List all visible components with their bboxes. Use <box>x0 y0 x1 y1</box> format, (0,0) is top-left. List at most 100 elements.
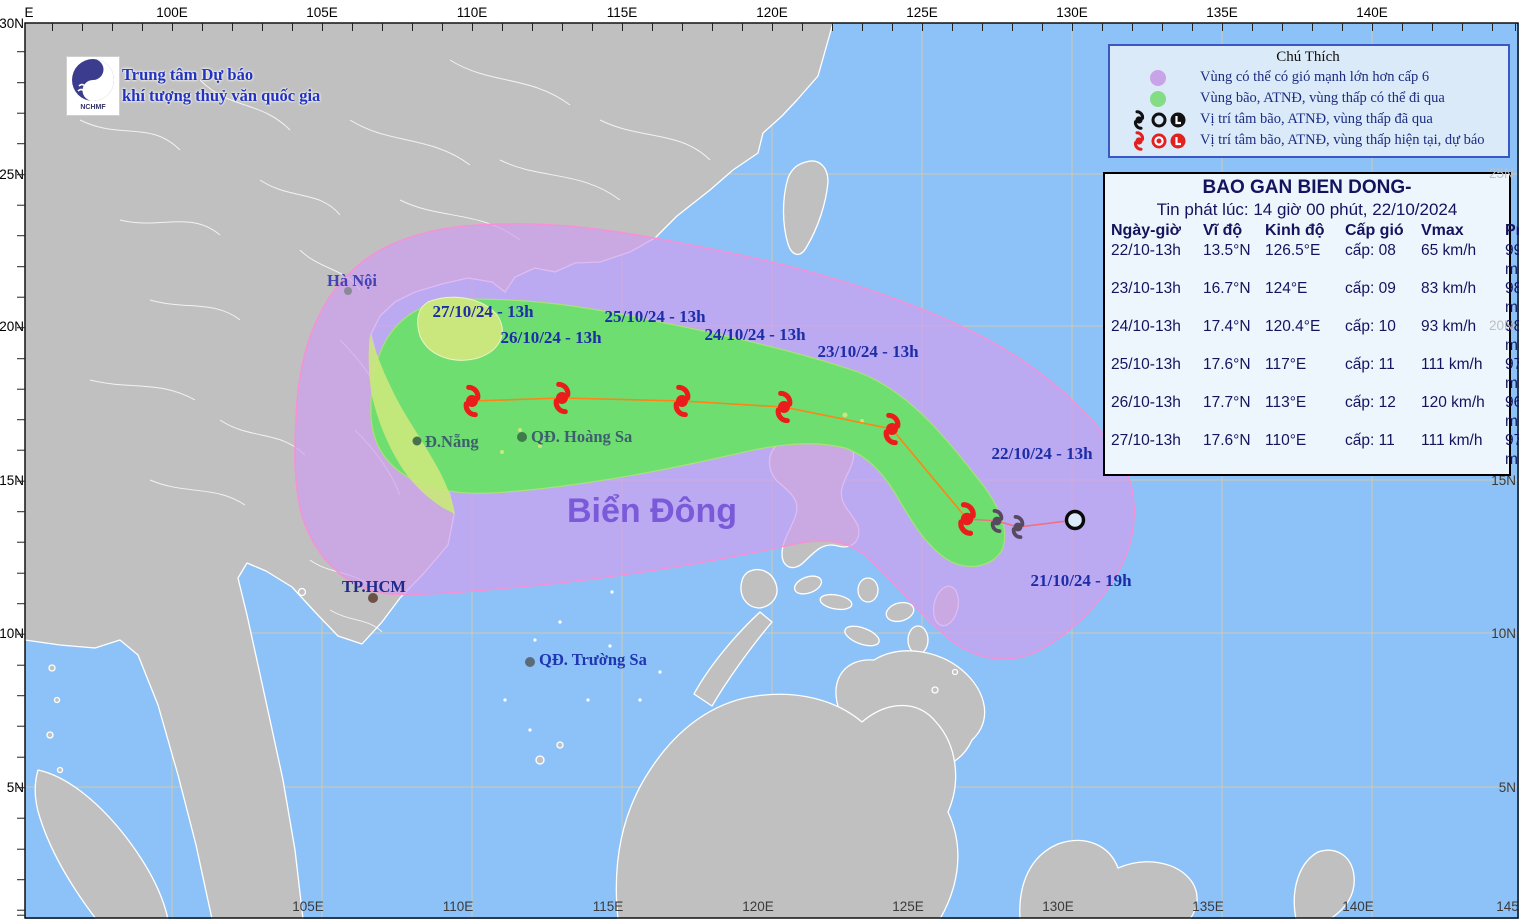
cell: 120 km/h <box>1421 393 1503 431</box>
city-label-hoangsa: QĐ. Hoàng Sa <box>531 427 632 447</box>
cell: cấp: 11 <box>1345 355 1419 393</box>
cell: 24/10-13h <box>1111 317 1201 355</box>
svg-text:110E: 110E <box>457 5 488 20</box>
storm-marker-start-ring <box>1067 512 1084 529</box>
agency-line2: khí tượng thuỷ văn quốc gia <box>122 85 320 106</box>
cell: 16.7°N <box>1203 279 1263 317</box>
svg-text:145E: 145E <box>1496 899 1519 914</box>
corridor-area-swatch <box>1116 90 1200 108</box>
depression-ring-icon <box>1150 111 1168 129</box>
legend-label: Vị trí tâm bão, ATNĐ, vùng thấp hiện tại… <box>1200 132 1485 149</box>
cell: 17.6°N <box>1203 355 1263 393</box>
cell: 117°E <box>1265 355 1343 393</box>
track-date-label: 27/10/24 - 13h <box>432 302 533 322</box>
svg-text:105E: 105E <box>292 899 324 914</box>
cell: 965 mb <box>1505 393 1519 431</box>
cell: 17.7°N <box>1203 393 1263 431</box>
track-date-label: 26/10/24 - 13h <box>500 328 601 348</box>
low-pressure-icon <box>1169 111 1187 129</box>
typhoon-icon <box>1129 131 1149 151</box>
svg-text:130E: 130E <box>1056 5 1088 20</box>
bulletin-issued: Tin phát lúc: 14 giờ 00 phút, 22/10/2024 <box>1111 199 1503 220</box>
storm-bulletin-map: E 100E 105E 110E 115E 120E 125E 130E 135… <box>0 0 1519 919</box>
legend-row-corridor: Vùng bão, ATNĐ, vùng thấp có thể đi qua <box>1116 88 1500 109</box>
cell: 26/10-13h <box>1111 393 1201 431</box>
depression-ring-icon <box>1150 132 1168 150</box>
low-pressure-icon <box>1169 132 1187 150</box>
cell: 120.4°E <box>1265 317 1343 355</box>
column-header: Vmax <box>1421 220 1503 241</box>
cell: 970 mb <box>1505 431 1519 469</box>
svg-text:5N: 5N <box>1499 780 1516 795</box>
cell: 17.4°N <box>1203 317 1263 355</box>
current-forecast-markers <box>1116 131 1200 151</box>
svg-text:125E: 125E <box>892 899 924 914</box>
cell: 23/10-13h <box>1111 279 1201 317</box>
cell: cấp: 08 <box>1345 241 1419 279</box>
svg-text:100E: 100E <box>156 5 188 20</box>
city-label-danang: Đ.Nẵng <box>425 432 479 452</box>
bulletin-title: BAO GAN BIEN DONG- <box>1111 176 1503 199</box>
legend-label: Vùng bão, ATNĐ, vùng thấp có thể đi qua <box>1200 90 1445 107</box>
cell: 111 km/h <box>1421 431 1503 469</box>
cell: 65 km/h <box>1421 241 1503 279</box>
nchmf-logo: NCHMF <box>66 56 120 116</box>
cell: cấp: 09 <box>1345 279 1419 317</box>
svg-text:135E: 135E <box>1192 899 1224 914</box>
bulletin-box: BAO GAN BIEN DONG- Tin phát lúc: 14 giờ … <box>1103 172 1511 476</box>
svg-text:130E: 130E <box>1042 899 1074 914</box>
cell: 17.6°N <box>1203 431 1263 469</box>
left-axis-ticks <box>17 23 25 917</box>
legend-row-current: Vị trí tâm bão, ATNĐ, vùng thấp hiện tại… <box>1116 130 1500 151</box>
cell: 25/10-13h <box>1111 355 1201 393</box>
column-header: Ngày-giờ <box>1111 220 1201 241</box>
legend-row-past: Vị trí tâm bão, ATNĐ, vùng thấp đã qua <box>1116 109 1500 130</box>
svg-text:120E: 120E <box>756 5 788 20</box>
cell: 126.5°E <box>1265 241 1343 279</box>
cell: 110°E <box>1265 431 1343 469</box>
right-lat-label-25n: 25N <box>1489 166 1514 181</box>
nchmf-logo-caption: NCHMF <box>80 104 105 111</box>
track-date-label: 23/10/24 - 13h <box>817 342 918 362</box>
hoangsa-dot <box>517 432 527 442</box>
cell: 13.5°N <box>1203 241 1263 279</box>
column-header: Kinh độ <box>1265 220 1343 241</box>
past-position-markers <box>1116 110 1200 130</box>
agency-name: Trung tâm Dự báo khí tượng thuỷ văn quốc… <box>122 64 320 106</box>
danang-dot <box>413 437 422 446</box>
svg-text:125E: 125E <box>906 5 938 20</box>
sea-name-label: Biển Đông <box>567 492 737 531</box>
truongsa-dot <box>525 657 535 667</box>
cell: cấp: 11 <box>1345 431 1419 469</box>
svg-text:115E: 115E <box>593 899 624 914</box>
svg-text:10N: 10N <box>1491 626 1516 641</box>
legend-box: Chú Thích Vùng có thể có gió mạnh lớn hơ… <box>1108 44 1510 158</box>
cone-area-swatch <box>1116 69 1200 87</box>
agency-line1: Trung tâm Dự báo <box>122 64 320 85</box>
legend-label: Vị trí tâm bão, ATNĐ, vùng thấp đã qua <box>1200 111 1433 128</box>
nchmf-logo-mark <box>70 57 116 103</box>
right-lat-label-20n: 20N <box>1489 318 1514 333</box>
city-label-truongsa: QĐ. Trường Sa <box>539 650 647 670</box>
legend-title: Chú Thích <box>1116 49 1500 66</box>
city-label-hcm: TP.HCM <box>342 577 406 597</box>
svg-text:115E: 115E <box>607 5 638 20</box>
city-label-hanoi: Hà Nội <box>327 271 377 291</box>
track-date-label: 25/10/24 - 13h <box>604 307 705 327</box>
cell: 111 km/h <box>1421 355 1503 393</box>
bulletin-table: Ngày-giờ Vĩ độ Kinh độ Cấp gió Vmax Pmin… <box>1111 220 1503 469</box>
cell: 985 mb <box>1505 279 1519 317</box>
legend-label: Vùng có thể có gió mạnh lớn hơn cấp 6 <box>1200 69 1429 86</box>
cell: cấp: 12 <box>1345 393 1419 431</box>
track-date-label: 21/10/24 - 19h <box>1030 571 1131 591</box>
cell: 83 km/h <box>1421 279 1503 317</box>
cell: 970 mb <box>1505 355 1519 393</box>
svg-text:140E: 140E <box>1356 5 1388 20</box>
legend-row-cone: Vùng có thể có gió mạnh lớn hơn cấp 6 <box>1116 67 1500 88</box>
cell: 27/10-13h <box>1111 431 1201 469</box>
column-header: Cấp gió <box>1345 220 1419 241</box>
svg-text:120E: 120E <box>742 899 774 914</box>
typhoon-icon <box>1129 110 1149 130</box>
column-header: Vĩ độ <box>1203 220 1263 241</box>
svg-text:110E: 110E <box>443 899 474 914</box>
